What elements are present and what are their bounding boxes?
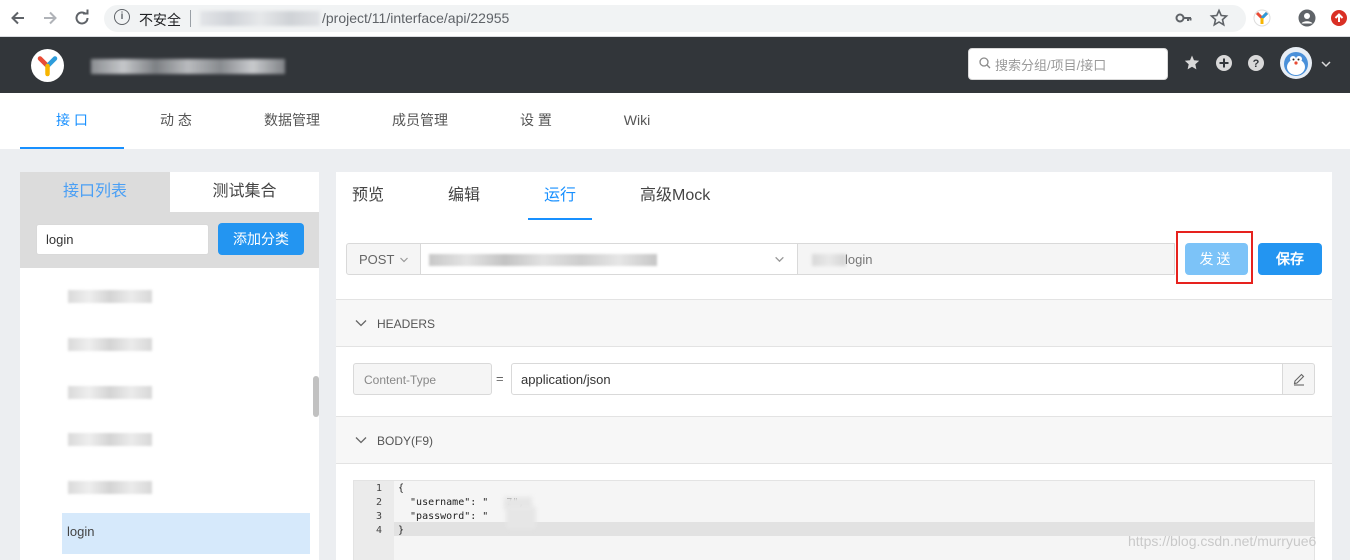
tab-run[interactable]: 运行 [528,182,592,220]
chevron-down-icon [400,257,408,263]
save-button[interactable]: 保存 [1258,243,1322,275]
path-value: login [845,252,873,267]
update-icon[interactable] [1329,8,1349,28]
profile-icon[interactable] [1297,8,1317,28]
interface-filter-input[interactable] [36,224,209,255]
edit-icon [1293,373,1305,386]
list-item[interactable] [68,481,152,494]
back-icon[interactable] [8,8,28,28]
search-box[interactable] [968,48,1168,80]
reload-icon[interactable] [72,8,92,28]
line-number-gutter: 1 2 3 4 [354,481,394,560]
send-button[interactable]: 发送 [1185,243,1248,275]
blurred-project-title [91,59,285,74]
search-icon [979,57,991,69]
host-select[interactable] [420,243,798,275]
insecure-label: 不安全 [139,12,181,28]
edit-header-button[interactable] [1282,363,1315,395]
yapi-extension-icon[interactable] [1252,8,1272,28]
line-number: 4 [375,525,382,536]
list-item-label: login [67,524,95,539]
key-icon[interactable] [1174,8,1194,28]
body-section-toggle[interactable]: BODY(F9) [336,416,1332,464]
address-bar[interactable]: i 不安全 /project/11/interface/api/22955 [104,5,1246,32]
method-value: POST [359,252,395,267]
blurred-password [506,507,536,529]
sidebar-filter-bar: 添加分类 [20,212,319,268]
chevron-down-icon [355,320,367,327]
tab-interface-list[interactable]: 接口列表 [20,172,170,212]
add-icon[interactable] [1215,54,1233,72]
chevron-down-icon [775,256,784,263]
path-input[interactable]: login [797,243,1175,275]
interface-detail: 预览 编辑 运行 高级Mock POST login 发送 保存 HEADERS… [336,172,1332,560]
bookmark-star-icon[interactable] [1209,8,1229,28]
tab-preview[interactable]: 预览 [352,182,384,220]
url-path: /project/11/interface/api/22955 [322,10,510,26]
method-select[interactable]: POST [346,243,421,275]
forward-icon[interactable] [40,8,60,28]
header-value-field[interactable]: application/json [511,363,1284,395]
browser-toolbar: i 不安全 /project/11/interface/api/22955 [0,0,1350,37]
watermark: https://blog.csdn.net/murryue6 [1128,533,1317,549]
app-header: ? [0,37,1350,93]
header-key-field[interactable]: Content-Type [353,363,492,395]
body-title: BODY(F9) [377,434,434,448]
chevron-down-icon [355,437,367,444]
project-nav: 接 口 动 态 数据管理 成员管理 设 置 Wiki [0,93,1350,149]
add-category-button[interactable]: 添加分类 [218,223,304,255]
blurred-path-prefix [812,254,846,266]
sidebar-scrollbar[interactable] [313,376,319,417]
svg-text:?: ? [1253,58,1260,70]
star-icon[interactable] [1183,54,1201,72]
tab-edit[interactable]: 编辑 [448,182,480,220]
list-item-selected[interactable]: login [62,513,310,554]
nav-tab-interface[interactable]: 接 口 [20,93,124,149]
help-icon[interactable]: ? [1247,54,1265,72]
list-item[interactable] [68,290,152,303]
yapi-logo-icon[interactable] [31,49,64,82]
info-icon[interactable]: i [114,9,130,25]
line-number: 1 [375,483,382,494]
nav-tab-activity[interactable]: 动 态 [150,93,202,149]
line-number: 2 [375,497,382,508]
equals-sign: = [496,371,504,386]
list-item[interactable] [68,433,152,446]
tab-test-collection[interactable]: 测试集合 [170,172,319,212]
code-line: } [398,525,405,536]
avatar[interactable] [1280,47,1312,79]
interface-sidebar: 接口列表 测试集合 添加分类 login [20,172,319,560]
nav-tab-members[interactable]: 成员管理 [386,93,454,149]
headers-section-toggle[interactable]: HEADERS [336,299,1332,347]
nav-tab-data[interactable]: 数据管理 [258,93,326,149]
code-line: { [398,483,405,494]
list-item[interactable] [68,338,152,351]
line-number: 3 [375,511,382,522]
address-divider [190,10,191,27]
chevron-down-icon[interactable] [1320,58,1332,70]
nav-tab-settings[interactable]: 设 置 [510,93,562,149]
headers-title: HEADERS [377,317,436,331]
header-value-text: application/json [521,372,611,387]
tab-advanced-mock[interactable]: 高级Mock [640,182,710,220]
blurred-host [200,11,320,26]
nav-tab-wiki[interactable]: Wiki [616,93,658,149]
blurred-host-value [429,254,657,266]
search-input[interactable] [995,55,1163,75]
list-item[interactable] [68,386,152,399]
sidebar-tabs: 接口列表 测试集合 [20,172,319,212]
header-key-placeholder: Content-Type [364,373,437,387]
